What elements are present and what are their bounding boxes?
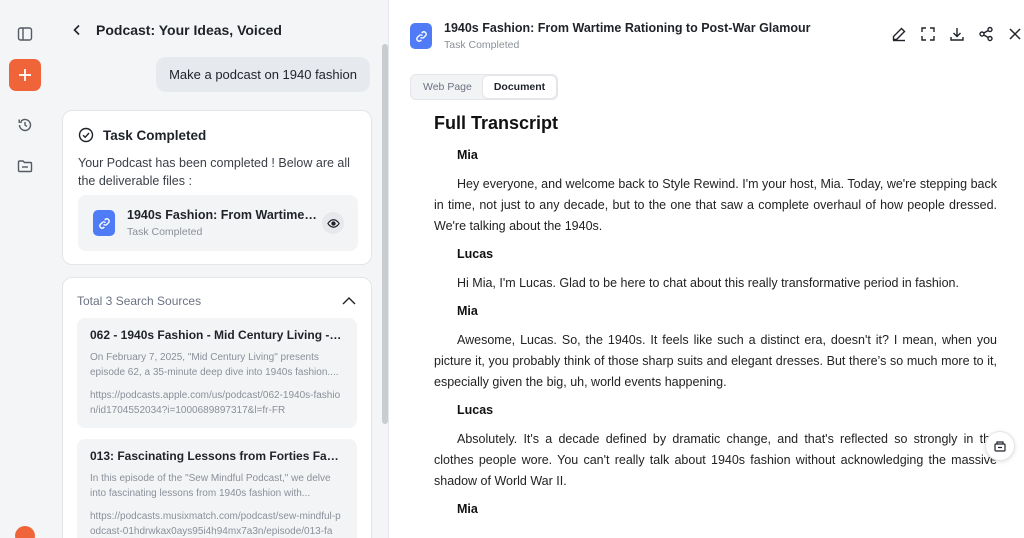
feedback-icon — [994, 441, 1006, 452]
folder-icon[interactable] — [9, 150, 41, 182]
source-snippet: On February 7, 2025, "Mid Century Living… — [90, 352, 339, 378]
sources-header: Total 3 Search Sources — [77, 294, 202, 308]
search-sources: Total 3 Search Sources 062 - 1940s Fashi… — [62, 277, 372, 538]
plus-icon — [19, 69, 31, 81]
document-viewer[interactable]: Full Transcript Mia Hey everyone, and we… — [410, 105, 1024, 538]
file-status: Task Completed — [127, 226, 203, 238]
tab-document[interactable]: Document — [482, 76, 557, 98]
transcript-paragraph: Absolutely. It's a decade defined by dra… — [434, 432, 997, 488]
speaker-name: Mia — [457, 502, 478, 516]
document-status: Task Completed — [444, 39, 520, 51]
deliverable-file[interactable]: 1940s Fashion: From Wartime Ra... Task C… — [78, 195, 358, 251]
speaker-name: Lucas — [457, 247, 494, 261]
avatar[interactable] — [15, 526, 35, 538]
chat-title: Podcast: Your Ideas, Voiced — [96, 22, 282, 38]
task-title: Task Completed — [103, 127, 207, 143]
speaker-name: Lucas — [457, 403, 494, 417]
task-description: Your Podcast has been completed ! Below … — [78, 156, 350, 188]
chat-header: Podcast: Your Ideas, Voiced — [70, 22, 282, 38]
eye-icon — [326, 218, 340, 228]
document-toolbar — [890, 25, 1024, 43]
source-item[interactable]: 013: Fascinating Lessons from Forties Fa… — [77, 439, 357, 538]
transcript-paragraph: Hi Mia, I'm Lucas. Glad to be here to ch… — [457, 276, 959, 290]
transcript-paragraph: Awesome, Lucas. So, the 1940s. It feels … — [434, 333, 997, 389]
task-card: Task Completed Your Podcast has been com… — [62, 110, 372, 265]
document-panel: 1940s Fashion: From Wartime Rationing to… — [388, 0, 1024, 538]
back-icon[interactable] — [70, 23, 84, 37]
new-task-button[interactable] — [9, 59, 41, 91]
history-icon[interactable] — [9, 109, 41, 141]
share-icon[interactable] — [977, 25, 995, 43]
chevron-up-icon[interactable] — [341, 293, 357, 309]
source-snippet: In this episode of the "Sew Mindful Podc… — [90, 473, 331, 499]
transcript-paragraph: Hey everyone, and welcome back to Style … — [434, 177, 997, 233]
close-icon[interactable] — [1006, 25, 1024, 43]
feedback-button[interactable] — [985, 431, 1015, 461]
preview-button[interactable] — [322, 212, 344, 234]
file-link-icon — [93, 210, 115, 236]
document-title: 1940s Fashion: From Wartime Rationing to… — [444, 21, 811, 35]
file-link-icon — [410, 23, 432, 49]
source-title: 062 - 1940s Fashion - Mid Century Living… — [90, 328, 344, 342]
check-circle-icon — [78, 127, 94, 143]
speaker-name: Mia — [457, 148, 478, 162]
left-rail — [0, 0, 50, 538]
chat-panel: Podcast: Your Ideas, Voiced Make a podca… — [50, 0, 388, 538]
source-url[interactable]: https://podcasts.apple.com/us/podcast/06… — [90, 389, 344, 418]
download-icon[interactable] — [948, 25, 966, 43]
edit-icon[interactable] — [890, 25, 908, 43]
view-tabs: Web Page Document — [410, 74, 559, 100]
sidebar-toggle-icon[interactable] — [9, 18, 41, 50]
source-item[interactable]: 062 - 1940s Fashion - Mid Century Living… — [77, 318, 357, 428]
task-header: Task Completed — [78, 127, 206, 143]
file-name: 1940s Fashion: From Wartime Ra... — [127, 208, 317, 222]
user-message: Make a podcast on 1940 fashion — [156, 57, 370, 92]
source-url[interactable]: https://podcasts.musixmatch.com/podcast/… — [90, 510, 344, 538]
source-title: 013: Fascinating Lessons from Forties Fa… — [90, 449, 344, 463]
document-page: Full Transcript Mia Hey everyone, and we… — [410, 105, 1024, 538]
fullscreen-icon[interactable] — [919, 25, 937, 43]
transcript-heading: Full Transcript — [434, 113, 559, 133]
tab-web-page[interactable]: Web Page — [412, 76, 483, 98]
speaker-name: Mia — [457, 304, 478, 318]
